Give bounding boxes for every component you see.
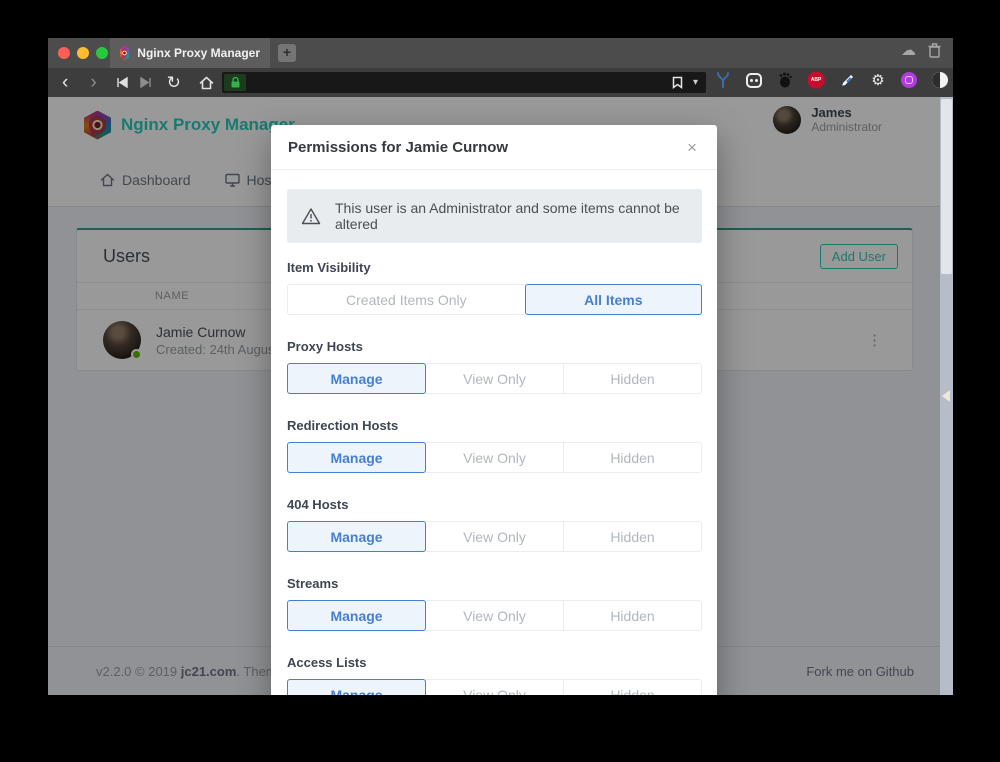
pen-icon[interactable] bbox=[838, 71, 856, 89]
fork-icon[interactable] bbox=[714, 71, 732, 89]
access-lists-hidden-button[interactable]: Hidden bbox=[563, 679, 702, 695]
streams-view-only-button[interactable]: View Only bbox=[425, 600, 564, 631]
gear-icon[interactable]: ⚙ bbox=[869, 71, 887, 89]
section-label-404-hosts: 404 Hosts bbox=[287, 497, 702, 512]
forward-icon[interactable]: › bbox=[84, 73, 102, 92]
close-window-button[interactable] bbox=[58, 47, 70, 59]
streams-manage-button[interactable]: Manage bbox=[287, 600, 426, 631]
fast-forward-icon[interactable] bbox=[134, 77, 157, 88]
new-tab-button[interactable]: + bbox=[278, 44, 296, 62]
scrollbar-thumb[interactable] bbox=[941, 99, 952, 274]
redirection-hosts-selectgroup: Manage View Only Hidden bbox=[287, 442, 702, 473]
modal-title: Permissions for Jamie Curnow bbox=[288, 139, 508, 156]
modal-close-icon[interactable]: × bbox=[687, 139, 697, 156]
browser-toolbar: ‹ › ↻ ▾ bbox=[48, 68, 953, 97]
trash-icon[interactable] bbox=[928, 43, 941, 58]
gnome-foot-icon[interactable] bbox=[776, 71, 794, 89]
section-label-redirection-hosts: Redirection Hosts bbox=[287, 418, 702, 433]
404-hosts-selectgroup: Manage View Only Hidden bbox=[287, 521, 702, 552]
redirection-hosts-manage-button[interactable]: Manage bbox=[287, 442, 426, 473]
404-hosts-manage-button[interactable]: Manage bbox=[287, 521, 426, 552]
minimize-window-button[interactable] bbox=[77, 47, 89, 59]
tab-title: Nginx Proxy Manager bbox=[137, 46, 260, 60]
purple-extension-icon[interactable] bbox=[900, 71, 918, 89]
cloud-sync-icon[interactable]: ☁ bbox=[901, 43, 916, 58]
robot-icon[interactable] bbox=[745, 71, 763, 89]
tab-bar: Nginx Proxy Manager + ☁ bbox=[48, 38, 953, 68]
redirection-hosts-view-only-button[interactable]: View Only bbox=[425, 442, 564, 473]
access-lists-view-only-button[interactable]: View Only bbox=[425, 679, 564, 695]
proxy-hosts-selectgroup: Manage View Only Hidden bbox=[287, 363, 702, 394]
admin-alert: This user is an Administrator and some i… bbox=[287, 189, 702, 243]
proxy-hosts-view-only-button[interactable]: View Only bbox=[425, 363, 564, 394]
streams-hidden-button[interactable]: Hidden bbox=[563, 600, 702, 631]
404-hosts-view-only-button[interactable]: View Only bbox=[425, 521, 564, 552]
bookmark-caret-icon[interactable]: ▾ bbox=[693, 77, 698, 88]
section-label-proxy-hosts: Proxy Hosts bbox=[287, 339, 702, 354]
secure-lock-icon[interactable] bbox=[224, 74, 246, 91]
address-bar[interactable]: ▾ bbox=[222, 72, 706, 93]
redirection-hosts-hidden-button[interactable]: Hidden bbox=[563, 442, 702, 473]
proxy-hosts-hidden-button[interactable]: Hidden bbox=[563, 363, 702, 394]
404-hosts-hidden-button[interactable]: Hidden bbox=[563, 521, 702, 552]
section-label-access-lists: Access Lists bbox=[287, 655, 702, 670]
adblock-plus-icon[interactable]: ABP bbox=[807, 71, 825, 89]
visibility-selectgroup: Created Items Only All Items bbox=[287, 284, 702, 315]
reload-icon[interactable]: ↻ bbox=[161, 74, 187, 91]
window-controls bbox=[58, 47, 108, 59]
panel-toggle-arrow-icon[interactable] bbox=[942, 390, 950, 402]
access-lists-selectgroup: Manage View Only Hidden bbox=[287, 679, 702, 695]
browser-tab[interactable]: Nginx Proxy Manager bbox=[110, 38, 270, 68]
bookmark-icon[interactable] bbox=[672, 76, 683, 89]
back-icon[interactable]: ‹ bbox=[56, 73, 74, 92]
admin-alert-text: This user is an Administrator and some i… bbox=[335, 200, 688, 232]
visibility-all-items-button[interactable]: All Items bbox=[525, 284, 702, 315]
permissions-modal: Permissions for Jamie Curnow × This user… bbox=[271, 125, 717, 695]
tab-favicon bbox=[120, 45, 129, 61]
visibility-created-only-button[interactable]: Created Items Only bbox=[287, 284, 526, 315]
warning-triangle-icon bbox=[301, 207, 321, 225]
browser-window: Nginx Proxy Manager + ☁ ‹ › ↻ bbox=[48, 38, 953, 695]
section-label-streams: Streams bbox=[287, 576, 702, 591]
privacy-icon[interactable] bbox=[931, 71, 949, 89]
streams-selectgroup: Manage View Only Hidden bbox=[287, 600, 702, 631]
visibility-label: Item Visibility bbox=[287, 260, 702, 275]
home-icon[interactable] bbox=[193, 76, 220, 90]
zoom-window-button[interactable] bbox=[96, 47, 108, 59]
proxy-hosts-manage-button[interactable]: Manage bbox=[287, 363, 426, 394]
page-viewport: Nginx Proxy Manager James Administrator … bbox=[48, 97, 940, 695]
rewind-icon[interactable] bbox=[111, 77, 134, 88]
access-lists-manage-button[interactable]: Manage bbox=[287, 679, 426, 695]
